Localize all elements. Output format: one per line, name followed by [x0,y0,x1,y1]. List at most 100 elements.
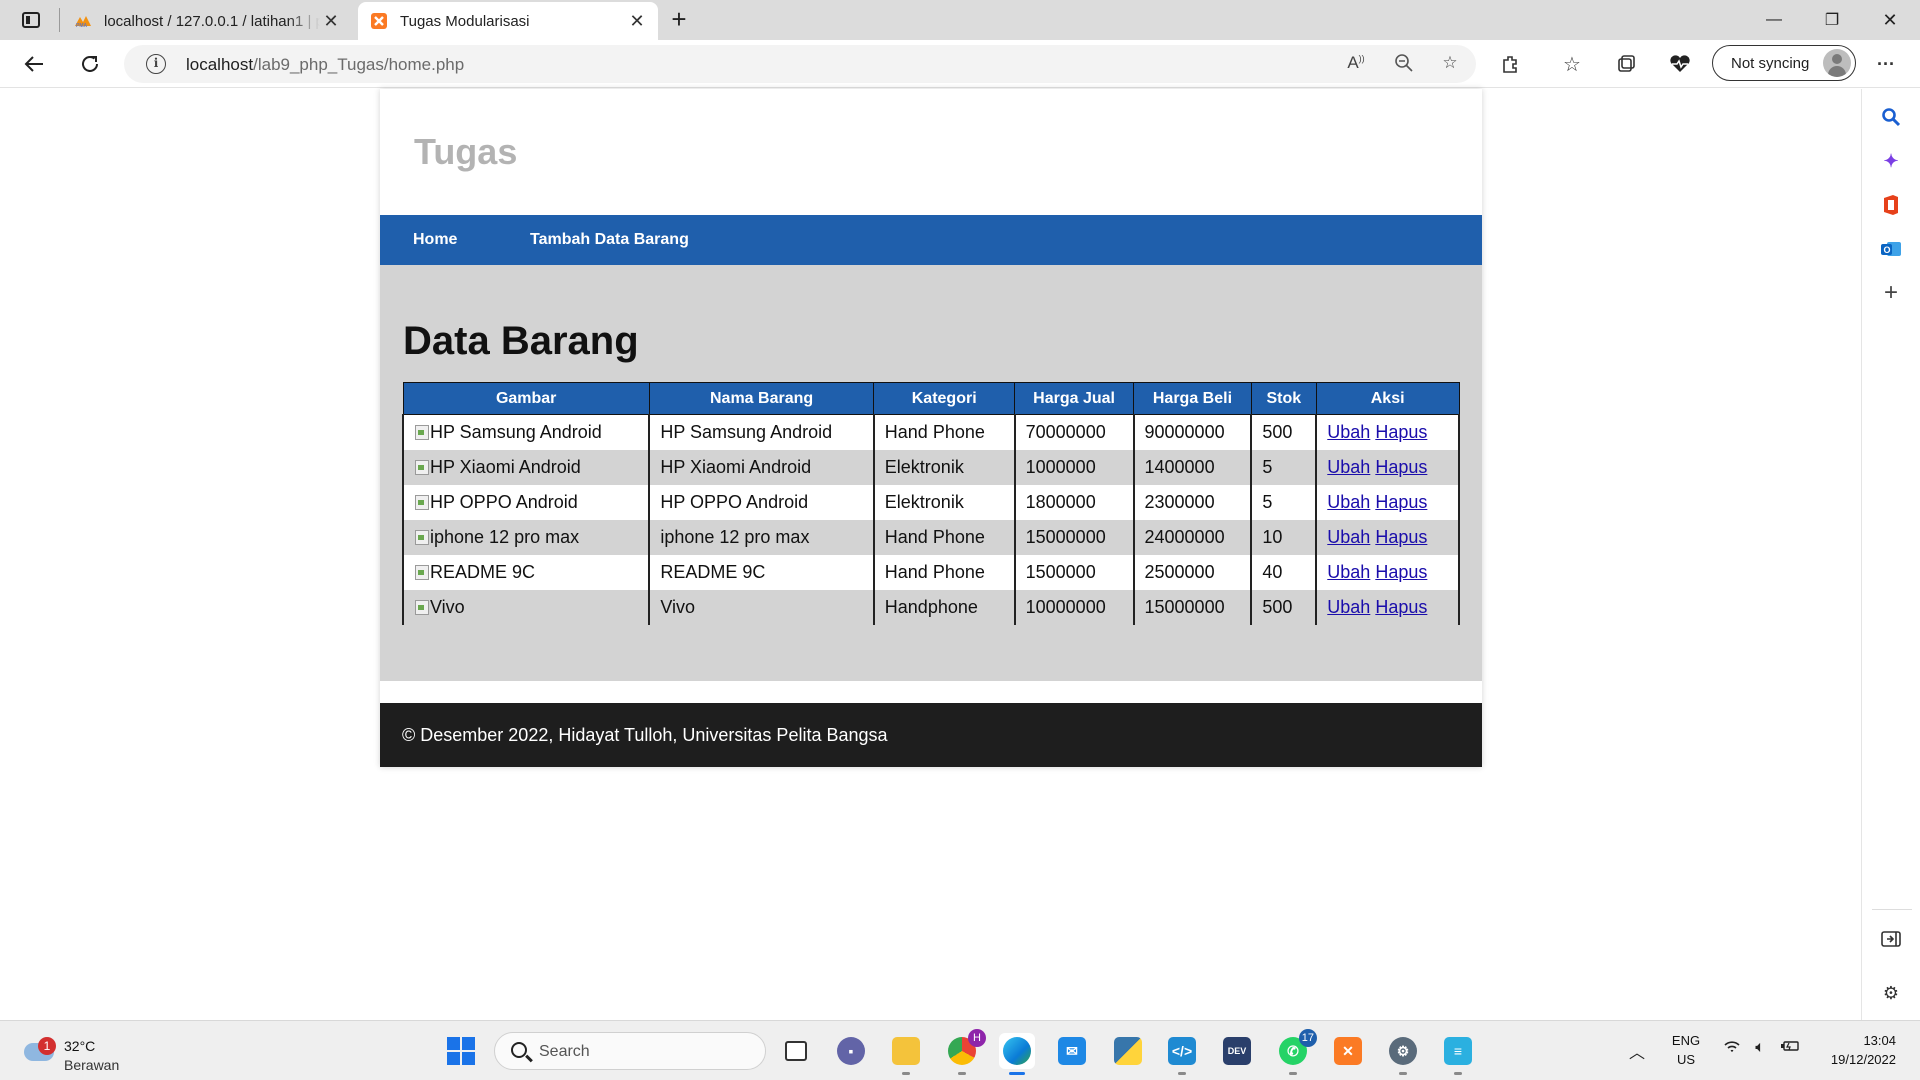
sidebar-settings-icon[interactable]: ⚙ [1879,981,1903,1005]
cell-name: README 9C [648,554,875,590]
delete-link[interactable]: Hapus [1375,422,1427,442]
cell-image: HP Samsung Android [401,414,651,450]
mail-button[interactable]: ✉ [1054,1033,1090,1069]
delete-link[interactable]: Hapus [1375,492,1427,512]
nav-add-item-link[interactable]: Tambah Data Barang [530,231,689,249]
language-indicator[interactable]: ENG US [1668,1031,1704,1069]
cell-sell-price: 1000000 [1013,449,1135,485]
close-tab-icon[interactable]: ✕ [626,10,648,32]
column-header: Harga Jual [1014,382,1134,415]
whatsapp-button[interactable]: ✆ 17 [1275,1029,1317,1075]
cell-name: iphone 12 pro max [648,519,875,555]
refresh-button[interactable] [74,48,106,80]
cell-image: iphone 12 pro max [401,519,651,555]
cell-buy-price: 15000000 [1132,589,1253,625]
python-button[interactable] [1110,1033,1146,1069]
taskbar-search[interactable]: Search [494,1032,766,1070]
teams-chat-button[interactable]: ▪ [833,1033,869,1069]
show-hidden-icons[interactable]: ︿ [1627,1039,1647,1062]
extensions-icon[interactable] [1494,48,1526,80]
weather-temp: 32°C [64,1038,96,1054]
outlook-icon[interactable]: O [1879,237,1903,261]
maximize-button[interactable]: ❐ [1804,0,1860,40]
devcpp-button[interactable]: DEV [1219,1033,1255,1069]
tab-phpmyadmin[interactable]: PMA localhost / 127.0.0.1 / latihan1 | p… [62,2,352,40]
collections-icon[interactable] [1610,48,1642,80]
delete-link[interactable]: Hapus [1375,562,1427,582]
start-button[interactable] [443,1033,479,1069]
chrome-button[interactable]: H [944,1029,986,1075]
clock[interactable]: 13:04 19/12/2022 [1816,1031,1896,1069]
svg-text:PMA: PMA [76,23,88,28]
cell-stock: 500 [1250,589,1318,625]
add-sidebar-app-icon[interactable]: + [1879,279,1903,306]
read-aloud-icon[interactable]: A)) [1344,53,1368,75]
search-icon [511,1042,527,1058]
xampp-button[interactable]: ✕ [1330,1033,1366,1069]
edit-link[interactable]: Ubah [1327,597,1370,617]
hide-sidebar-icon[interactable] [1879,927,1903,951]
tab-tugas-modularisasi[interactable]: Tugas Modularisasi ✕ [358,2,658,40]
tab-actions-button[interactable] [14,8,48,32]
minimize-button[interactable]: — [1746,0,1802,40]
delete-link[interactable]: Hapus [1375,597,1427,617]
add-favorite-icon[interactable]: ☆ [1438,53,1462,75]
edit-link[interactable]: Ubah [1327,562,1370,582]
profile-sync-button[interactable]: Not syncing [1712,45,1856,81]
nav-home-link[interactable]: Home [413,231,457,249]
volume-icon[interactable]: 🔈︎ [1750,1039,1770,1059]
python-icon [1114,1037,1142,1065]
weather-badge: 1 [38,1037,56,1055]
back-button[interactable] [18,48,50,80]
column-header: Stok [1250,382,1317,415]
clock-date: 19/12/2022 [1830,1052,1896,1067]
office-icon[interactable] [1879,193,1903,217]
browser-essentials-icon[interactable] [1664,48,1696,80]
battery-icon[interactable] [1780,1039,1800,1059]
vscode-button[interactable]: </> [1164,1033,1200,1075]
edit-link[interactable]: Ubah [1327,527,1370,547]
delete-link[interactable]: Hapus [1375,527,1427,547]
settings-button[interactable]: ⚙ [1385,1033,1421,1075]
site-header: Tugas [380,89,1482,215]
zoom-out-icon[interactable] [1392,53,1416,75]
site-info-icon[interactable]: i [146,54,166,74]
edit-link[interactable]: Ubah [1327,492,1370,512]
cell-buy-price: 90000000 [1132,414,1253,450]
cell-actions: Ubah Hapus [1315,414,1460,450]
chat-icon: ▪ [837,1037,865,1065]
running-indicator [1289,1072,1297,1075]
sidebar-divider [1872,909,1912,910]
wifi-icon[interactable] [1722,1039,1742,1059]
new-tab-button[interactable]: + [664,6,694,34]
svg-text:O: O [1884,245,1891,255]
task-view-button[interactable] [778,1033,814,1069]
cell-buy-price: 2500000 [1132,554,1253,590]
cell-buy-price: 24000000 [1132,519,1253,555]
close-tab-icon[interactable]: ✕ [320,10,342,32]
refresh-icon [82,55,98,72]
dev-icon: DEV [1223,1037,1251,1065]
url-text[interactable]: localhost/lab9_php_Tugas/home.php [186,55,464,75]
edit-link[interactable]: Ubah [1327,422,1370,442]
settings-more-icon[interactable]: ··· [1870,48,1902,80]
delete-link[interactable]: Hapus [1375,457,1427,477]
file-explorer-button[interactable] [888,1033,924,1075]
cell-buy-price: 1400000 [1132,449,1253,485]
sync-label: Not syncing [1731,54,1810,72]
whatsapp-badge: 17 [1298,1029,1317,1047]
url-path: /lab9_php_Tugas/home.php [253,55,465,74]
cell-actions: Ubah Hapus [1315,449,1460,485]
edit-link[interactable]: Ubah [1327,457,1370,477]
edge-button[interactable] [999,1033,1035,1075]
cell-actions: Ubah Hapus [1315,519,1460,555]
close-window-button[interactable]: ✕ [1862,0,1918,40]
weather-widget[interactable]: 1 32°C Berawan [20,1031,140,1073]
notepad-button[interactable]: ≡ [1440,1033,1476,1075]
favorites-icon[interactable]: ☆ [1556,48,1588,80]
search-icon[interactable] [1879,105,1903,129]
address-bar[interactable]: i localhost/lab9_php_Tugas/home.php A)) … [124,45,1476,83]
column-header: Gambar [402,382,650,415]
copilot-icon[interactable]: ✦ [1879,149,1903,173]
clock-time: 13:04 [1863,1033,1896,1048]
